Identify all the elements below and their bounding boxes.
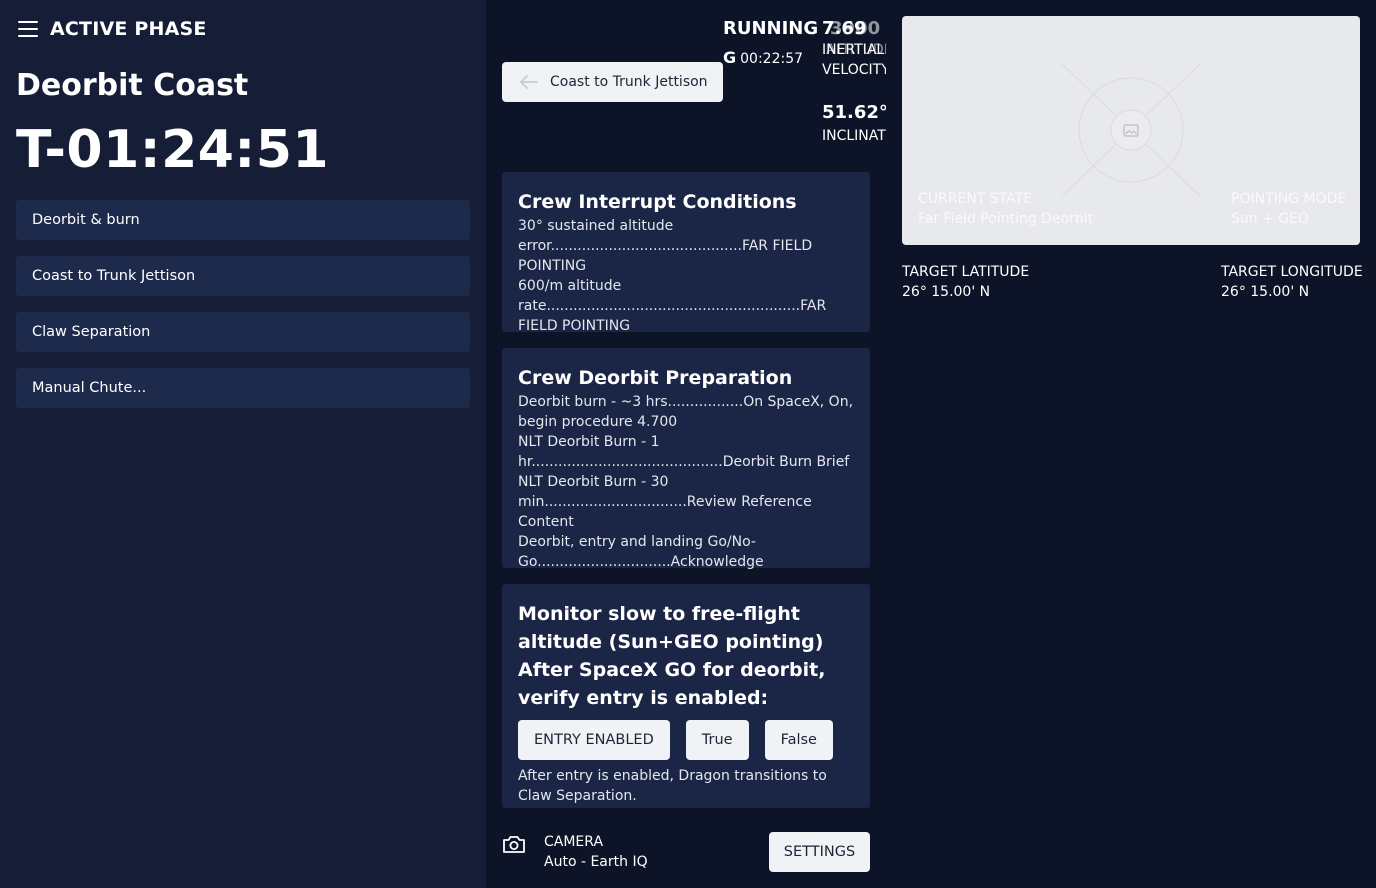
card-line: NLT Deorbit Burn - 1 hr.................… xyxy=(518,434,850,470)
phase-item-manual-chute[interactable]: Manual Chute... xyxy=(16,368,470,408)
false-button[interactable]: False xyxy=(764,720,833,760)
true-button[interactable]: True xyxy=(685,720,749,760)
sidebar: ACTIVE PHASE Deorbit Coast T-01:24:51 De… xyxy=(0,0,486,888)
phase-item-deorbit-burn[interactable]: Deorbit & burn xyxy=(16,200,470,240)
camera-label: CAMERA xyxy=(544,834,604,850)
card-line: Deorbit, entry and landing Go/No-Go.....… xyxy=(518,534,764,570)
monitor-note: After entry is enabled, Dragon transitio… xyxy=(518,768,827,804)
g-indicator: G xyxy=(723,48,737,67)
entry-enabled-button[interactable]: ENTRY ENABLED xyxy=(518,720,670,760)
pointing-viewport: CURRENT STATE Far Field Pointing Deorbit… xyxy=(902,16,1360,245)
target-longitude-label: TARGET LONGITUDE xyxy=(1221,264,1363,280)
target-latitude-label: TARGET LATITUDE xyxy=(902,264,1030,280)
monitor-instruction-2: After SpaceX GO for deorbit, verify entr… xyxy=(518,659,826,709)
card-line: 600/m altitude rate.....................… xyxy=(518,278,827,334)
crew-interrupt-card: Crew Interrupt Conditions 30° sustained … xyxy=(502,172,870,334)
entry-button-row: ENTRY ENABLED True False xyxy=(518,720,854,760)
phase-header: ACTIVE PHASE xyxy=(18,18,207,40)
elapsed-value: 00:22:57 xyxy=(740,51,804,67)
target-latitude-value: 26° 15.00' N xyxy=(902,284,991,300)
camera-info: CAMERA Auto - Earth IQ xyxy=(502,832,648,872)
arrow-left-icon xyxy=(520,75,538,89)
monitor-instruction-1: Monitor slow to free-flight altitude (Su… xyxy=(518,603,824,653)
monitor-card: Monitor slow to free-flight altitude (Su… xyxy=(502,584,870,808)
altitude-label: ALTITUDE xyxy=(826,42,886,58)
pointing-mode-value: Sun + GEO xyxy=(1231,211,1309,227)
card-line: Deorbit burn - ~3 hrs.................On… xyxy=(518,394,854,430)
current-state-value: Far Field Pointing Deorbit xyxy=(918,211,1094,227)
back-button[interactable]: Coast to Trunk Jettison xyxy=(502,62,723,102)
app-root: ACTIVE PHASE Deorbit Coast T-01:24:51 De… xyxy=(0,0,1376,888)
countdown-timer: T-01:24:51 xyxy=(16,120,330,180)
crew-deorbit-prep-card: Crew Deorbit Preparation Deorbit burn - … xyxy=(502,348,870,570)
inclination-label: INCLINATION xyxy=(822,128,886,144)
camera-icon xyxy=(502,834,526,854)
inclination-value: 51.62° xyxy=(822,102,886,123)
altitude-telemetry-overlay: 3900 ALTITUDE xyxy=(822,18,886,66)
elapsed-time: G 00:22:57 xyxy=(723,48,803,67)
card-line: 30° sustained altitude error............… xyxy=(518,218,813,274)
target-longitude: TARGET LONGITUDE 26° 15.00' N xyxy=(1221,262,1363,302)
hamburger-menu-icon[interactable] xyxy=(18,21,38,37)
back-button-label: Coast to Trunk Jettison xyxy=(550,74,708,90)
card-line: NLT Deorbit Burn - 30 min...............… xyxy=(518,474,812,530)
altitude-value: 3900 xyxy=(830,18,881,39)
phase-item-coast-to-trunk-jettison[interactable]: Coast to Trunk Jettison xyxy=(16,256,470,296)
camera-mode: Auto - Earth IQ xyxy=(544,854,648,870)
phase-item-claw-separation[interactable]: Claw Separation xyxy=(16,312,470,352)
card-title: Crew Deorbit Preparation xyxy=(518,367,793,389)
current-state-label: CURRENT STATE xyxy=(918,191,1033,207)
card-title: Crew Interrupt Conditions xyxy=(518,191,797,213)
inclination-telemetry: 51.62° INCLINATION xyxy=(822,102,886,144)
pointing-mode-label: POINTING MODE xyxy=(1231,191,1347,207)
settings-button[interactable]: SETTINGS xyxy=(769,832,870,872)
target-latitude: TARGET LATITUDE 26° 15.00' N xyxy=(902,262,1029,302)
phase-label: ACTIVE PHASE xyxy=(50,18,207,40)
target-longitude-value: 26° 15.00' N xyxy=(1221,284,1310,300)
status-running: RUNNING xyxy=(723,18,819,39)
phase-name: Deorbit Coast xyxy=(16,68,249,103)
phase-list: Deorbit & burn Coast to Trunk Jettison C… xyxy=(16,200,470,424)
